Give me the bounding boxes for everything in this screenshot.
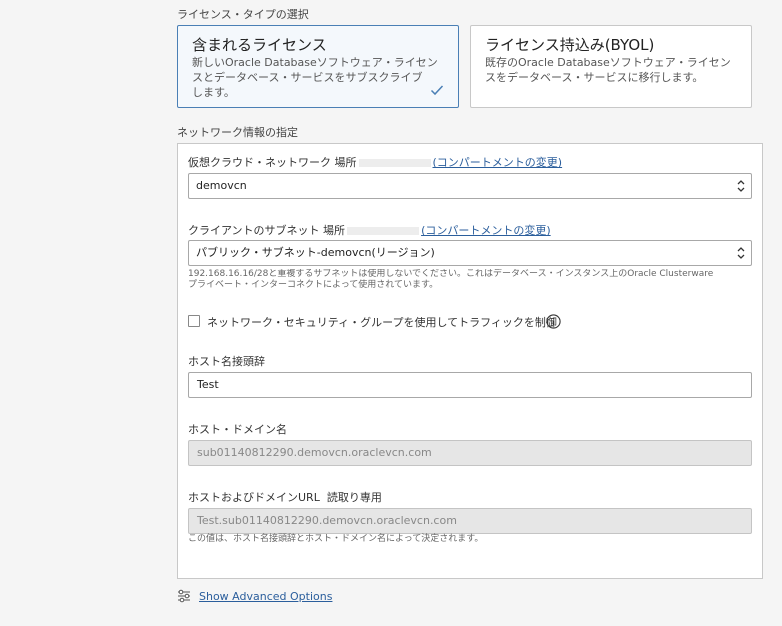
nsg-label: ネットワーク・セキュリティ・グループを使用してトラフィックを制御 bbox=[207, 316, 557, 329]
license-included-desc-line2: スとデータベース・サービスをサブスクライブ bbox=[192, 71, 423, 84]
license-type-section-label: ライセンス・タイプの選択 bbox=[177, 8, 309, 21]
host-domain-url-label: ホストおよびドメインURL 読取り専用 bbox=[188, 491, 382, 504]
license-included-desc-line3: します。 bbox=[192, 86, 235, 99]
host-domain-url-help: この値は、ホスト名接頭辞とホスト・ドメイン名によって決定されます。 bbox=[188, 534, 484, 544]
license-included-card[interactable]: 含まれるライセンス 新しいOracle Databaseソフトウェア・ライセン … bbox=[177, 25, 459, 108]
checkmark-icon bbox=[430, 85, 444, 96]
chevron-up-down-icon bbox=[737, 180, 745, 192]
hostname-prefix-value: Test bbox=[197, 378, 219, 391]
nsg-checkbox[interactable] bbox=[188, 315, 200, 327]
host-domain-value: sub01140812290.demovcn.oraclevcn.com bbox=[197, 446, 432, 459]
license-byol-desc-line2: スをデータベース・サービスに移行します。 bbox=[485, 71, 704, 84]
host-domain-label: ホスト・ドメイン名 bbox=[188, 423, 287, 436]
subnet-select[interactable]: パブリック・サブネット-demovcn(リージョン) bbox=[188, 240, 752, 266]
chevron-up-down-icon bbox=[737, 247, 745, 259]
host-domain-url-input: Test.sub01140812290.demovcn.oraclevcn.co… bbox=[188, 508, 752, 534]
host-domain-url-value: Test.sub01140812290.demovcn.oraclevcn.co… bbox=[197, 514, 457, 527]
subnet-label-text: クライアントのサブネット 場所 bbox=[188, 224, 346, 237]
compartment-placeholder bbox=[347, 227, 420, 235]
subnet-select-value: パブリック・サブネット-demovcn(リージョン) bbox=[196, 246, 435, 259]
show-advanced-options-link[interactable]: Show Advanced Options bbox=[199, 590, 332, 603]
info-icon[interactable] bbox=[546, 314, 561, 329]
host-domain-input: sub01140812290.demovcn.oraclevcn.com bbox=[188, 440, 752, 466]
license-byol-card[interactable]: ライセンス持込み(BYOL) 既存のOracle Databaseソフトウェア・… bbox=[470, 25, 752, 108]
vcn-label: 仮想クラウド・ネットワーク 場所 (コンパートメントの変更) bbox=[188, 154, 562, 170]
vcn-select-value: demovcn bbox=[196, 179, 247, 192]
network-section-label: ネットワーク情報の指定 bbox=[177, 126, 298, 139]
license-included-desc-line1: 新しいOracle Databaseソフトウェア・ライセン bbox=[192, 56, 438, 69]
vcn-label-text: 仮想クラウド・ネットワーク 場所 bbox=[188, 156, 357, 169]
hostname-prefix-label: ホスト名接頭辞 bbox=[188, 355, 265, 368]
vcn-select[interactable]: demovcn bbox=[188, 173, 752, 199]
subnet-label: クライアントのサブネット 場所 (コンパートメントの変更) bbox=[188, 222, 551, 238]
license-byol-desc-line1: 既存のOracle Databaseソフトウェア・ライセン bbox=[485, 56, 731, 69]
subnet-help-line1: 192.168.16.16/28と重複するサブネットは使用しないでください。これ… bbox=[188, 269, 714, 279]
sliders-icon[interactable] bbox=[177, 589, 191, 603]
subnet-change-compartment-link[interactable]: (コンパートメントの変更) bbox=[421, 224, 551, 237]
subnet-help-line2: プライベート・インターコネクトによって使用されています。 bbox=[188, 280, 439, 290]
vcn-change-compartment-link[interactable]: (コンパートメントの変更) bbox=[433, 156, 563, 169]
hostname-prefix-input[interactable]: Test bbox=[188, 372, 752, 398]
network-panel: 仮想クラウド・ネットワーク 場所 (コンパートメントの変更) demovcn クラ… bbox=[177, 143, 763, 579]
license-byol-title: ライセンス持込み(BYOL) bbox=[485, 36, 655, 54]
license-included-title: 含まれるライセンス bbox=[192, 36, 327, 54]
compartment-placeholder bbox=[358, 159, 431, 167]
